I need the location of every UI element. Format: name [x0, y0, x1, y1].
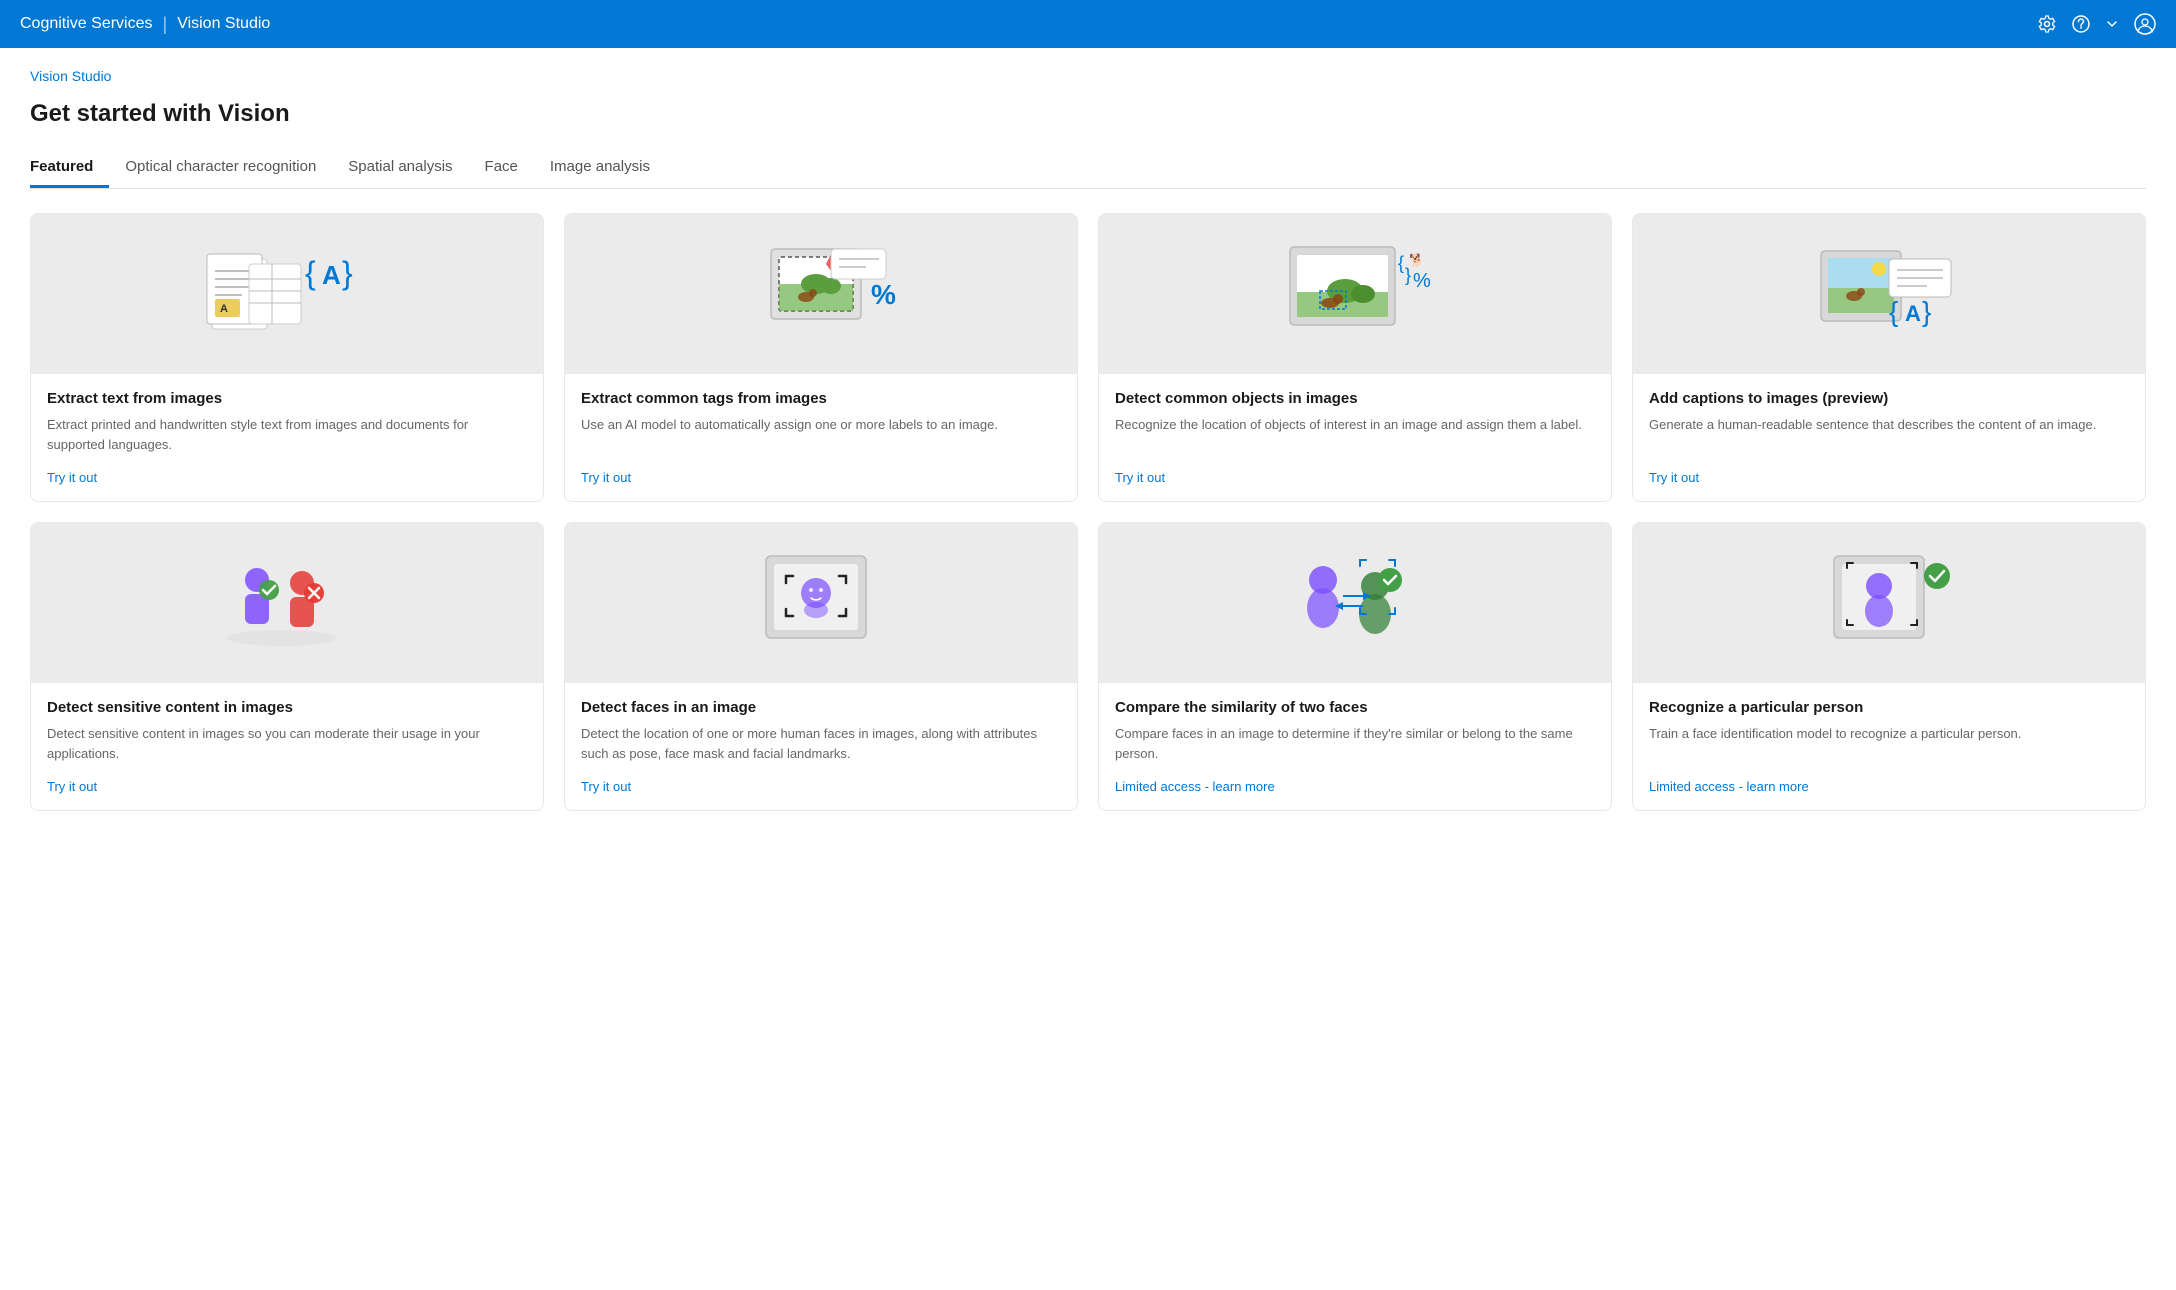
svg-text:}: } [1922, 296, 1931, 327]
card-title-detect-objects: Detect common objects in images [1115, 390, 1595, 407]
svg-text:A: A [322, 260, 341, 290]
card-detect-sensitive: Detect sensitive content in images Detec… [30, 522, 544, 811]
card-title-compare-faces: Compare the similarity of two faces [1115, 699, 1595, 716]
tab-featured[interactable]: Featured [30, 148, 109, 188]
svg-text:A: A [220, 303, 228, 315]
card-desc-extract-tags: Use an AI model to automatically assign … [581, 415, 1061, 454]
card-title-detect-sensitive: Detect sensitive content in images [47, 699, 527, 716]
card-detect-faces: Detect faces in an image Detect the loca… [564, 522, 1078, 811]
svg-text:}: } [342, 255, 353, 291]
card-desc-recognize-person: Train a face identification model to rec… [1649, 724, 2129, 763]
card-desc-detect-faces: Detect the location of one or more human… [581, 724, 1061, 763]
main-content: Vision Studio Get started with Vision Fe… [0, 48, 2176, 1290]
header-actions [2038, 13, 2156, 35]
card-link-extract-tags[interactable]: Try it out [581, 470, 1061, 485]
question-icon[interactable] [2072, 15, 2090, 33]
card-body-detect-faces: Detect faces in an image Detect the loca… [565, 683, 1077, 810]
card-illustration-recognize-person [1633, 523, 2145, 683]
header: Cognitive Services | Vision Studio [0, 0, 2176, 48]
card-link-detect-objects[interactable]: Try it out [1115, 470, 1595, 485]
tab-image-analysis[interactable]: Image analysis [534, 148, 666, 188]
card-illustration-extract-text: A { A } [31, 214, 543, 374]
card-link-detect-faces[interactable]: Try it out [581, 779, 1061, 794]
card-recognize-person: Recognize a particular person Train a fa… [1632, 522, 2146, 811]
card-illustration-add-captions: { A } [1633, 214, 2145, 374]
card-desc-extract-text: Extract printed and handwritten style te… [47, 415, 527, 454]
card-body-add-captions: Add captions to images (preview) Generat… [1633, 374, 2145, 501]
svg-text:}: } [1405, 265, 1411, 285]
card-body-compare-faces: Compare the similarity of two faces Comp… [1099, 683, 1611, 810]
cards-row-1: A { A } Extract text from images Extract… [30, 213, 2146, 502]
chevron-down-icon[interactable] [2106, 18, 2118, 30]
card-title-add-captions: Add captions to images (preview) [1649, 390, 2129, 407]
card-detect-objects: { 🐕 } % Detect common objects in images … [1098, 213, 1612, 502]
card-desc-add-captions: Generate a human-readable sentence that … [1649, 415, 2129, 454]
svg-text:%: % [871, 279, 896, 310]
tab-face[interactable]: Face [469, 148, 534, 188]
header-divider: | [163, 14, 168, 35]
svg-text:🐕: 🐕 [1409, 253, 1424, 267]
svg-text:%: % [1413, 270, 1431, 292]
cards-row-2: Detect sensitive content in images Detec… [30, 522, 2146, 811]
card-body-extract-tags: Extract common tags from images Use an A… [565, 374, 1077, 501]
svg-text:{: { [1889, 296, 1898, 327]
app-label: Vision Studio [177, 15, 270, 33]
card-body-detect-sensitive: Detect sensitive content in images Detec… [31, 683, 543, 810]
card-desc-compare-faces: Compare faces in an image to determine i… [1115, 724, 1595, 763]
breadcrumb[interactable]: Vision Studio [30, 68, 2146, 84]
card-illustration-detect-faces [565, 523, 1077, 683]
card-add-captions: { A } Add captions to images (preview) G… [1632, 213, 2146, 502]
card-link-compare-faces[interactable]: Limited access - learn more [1115, 779, 1595, 794]
card-link-detect-sensitive[interactable]: Try it out [47, 779, 527, 794]
card-title-detect-faces: Detect faces in an image [581, 699, 1061, 716]
svg-text:{: { [305, 255, 316, 291]
gear-icon[interactable] [2038, 15, 2056, 33]
card-compare-faces: Compare the similarity of two faces Comp… [1098, 522, 1612, 811]
svg-text:A: A [1905, 301, 1921, 326]
card-illustration-detect-sensitive [31, 523, 543, 683]
card-title-extract-tags: Extract common tags from images [581, 390, 1061, 407]
card-link-add-captions[interactable]: Try it out [1649, 470, 2129, 485]
card-link-extract-text[interactable]: Try it out [47, 470, 527, 485]
card-body-recognize-person: Recognize a particular person Train a fa… [1633, 683, 2145, 810]
page-title: Get started with Vision [30, 100, 2146, 128]
card-illustration-extract-tags: % [565, 214, 1077, 374]
brand-label: Cognitive Services [20, 15, 153, 33]
card-body-detect-objects: Detect common objects in images Recogniz… [1099, 374, 1611, 501]
svg-text:{: { [1398, 253, 1404, 273]
card-illustration-detect-objects: { 🐕 } % [1099, 214, 1611, 374]
card-extract-text: A { A } Extract text from images Extract… [30, 213, 544, 502]
card-extract-tags: % Extract common tags from images Use an… [564, 213, 1078, 502]
card-body-extract-text: Extract text from images Extract printed… [31, 374, 543, 501]
tab-spatial[interactable]: Spatial analysis [332, 148, 468, 188]
card-link-recognize-person[interactable]: Limited access - learn more [1649, 779, 2129, 794]
card-illustration-compare-faces [1099, 523, 1611, 683]
user-icon[interactable] [2134, 13, 2156, 35]
tabs-nav: Featured Optical character recognition S… [30, 148, 2146, 189]
card-title-recognize-person: Recognize a particular person [1649, 699, 2129, 716]
tab-ocr[interactable]: Optical character recognition [109, 148, 332, 188]
card-desc-detect-objects: Recognize the location of objects of int… [1115, 415, 1595, 454]
card-title-extract-text: Extract text from images [47, 390, 527, 407]
card-desc-detect-sensitive: Detect sensitive content in images so yo… [47, 724, 527, 763]
header-brand: Cognitive Services | Vision Studio [20, 14, 270, 35]
